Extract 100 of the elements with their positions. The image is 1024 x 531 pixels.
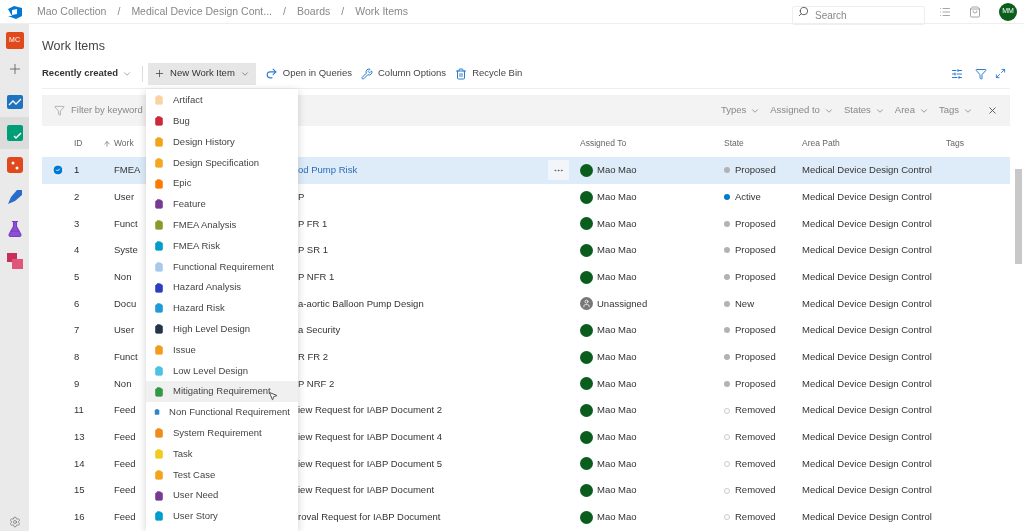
state-label: Removed [735, 430, 776, 445]
assignee-name: Mao Mao [597, 323, 637, 338]
table-cell-text: 5 [74, 269, 81, 284]
close-icon[interactable] [987, 105, 998, 116]
work-item-title[interactable]: iew Request for IABP Document 2 [298, 403, 442, 418]
work-item-title[interactable]: roval Request for IABP Document [298, 510, 441, 525]
menu-item[interactable]: Functional Requirement [146, 256, 298, 278]
sliders-icon[interactable] [951, 67, 963, 80]
menu-item[interactable]: Feature [146, 194, 298, 215]
flask-icon [5, 220, 24, 238]
state-label: Proposed [735, 243, 776, 258]
bag-icon[interactable] [969, 5, 981, 18]
new-work-item-button[interactable]: New Work Item [148, 62, 256, 85]
menu-item[interactable]: FMEA Risk [146, 235, 298, 257]
table-cell-text: Medical Device Design Control [802, 510, 933, 525]
wrench-icon [361, 67, 373, 80]
table-cell-text: Medical Device Design Control [802, 163, 933, 178]
work-item-title[interactable]: a-aortic Balloon Pump Design [298, 296, 424, 311]
state-label: Proposed [735, 216, 776, 231]
work-item-title[interactable]: P NRF 2 [298, 376, 335, 391]
table-cell-text: Medical Device Design Control [802, 430, 933, 445]
expand-icon[interactable] [995, 68, 1006, 79]
assignee-name: Mao Mao [597, 483, 637, 498]
menu-item[interactable]: Low Level Design [146, 360, 298, 382]
menu-item[interactable]: High Level Design [146, 318, 298, 340]
check-icon[interactable] [52, 164, 64, 177]
work-item-title[interactable]: P SR 1 [298, 243, 328, 258]
logo-icon[interactable] [6, 4, 23, 19]
work-item-title[interactable]: P [298, 189, 305, 205]
view-dropdown[interactable]: Recently created [42, 66, 143, 81]
table-cell-text: Medical Device Design Control [802, 350, 933, 365]
table-cell-text: Medical Device Design Control [802, 483, 933, 498]
breadcrumb-link[interactable]: Work Items [355, 3, 409, 20]
table-cell-text: 13 [74, 430, 86, 445]
scrollbar[interactable] [1015, 169, 1022, 264]
nav-item[interactable] [0, 117, 29, 149]
work-item-title[interactable]: R FR 2 [298, 350, 329, 365]
column-header[interactable]: Assigned To [580, 137, 724, 150]
menu-item[interactable]: System Requirement [146, 422, 298, 444]
table-cell-text: Medical Device Design Control [802, 296, 933, 311]
menu-item[interactable]: User Need [146, 485, 298, 506]
menu-item[interactable]: Mitigating Requirement [146, 381, 298, 402]
table-cell-text: Medical Device Design Control [802, 216, 933, 231]
table-cell-text: Medical Device Design Control [802, 456, 933, 471]
breadcrumb-link[interactable]: Mao Collection [37, 3, 107, 20]
breadcrumb-link[interactable]: Medical Device Design Cont... [131, 3, 273, 20]
work-item-title[interactable]: iew Request for IABP Document [298, 483, 435, 498]
state-label: Active [735, 189, 761, 204]
table-cell-text: Non [114, 376, 133, 391]
menu-item[interactable]: Design History [146, 131, 298, 153]
toolbar-button[interactable]: Column Options [361, 66, 447, 81]
table-cell-text: 2 [74, 189, 81, 204]
menu-item[interactable]: Design Specification [146, 152, 298, 174]
search-icon [798, 6, 809, 17]
table-cell-text: 4 [74, 243, 81, 258]
menu-item[interactable]: User Story [146, 505, 298, 527]
table-cell-text: Feed [114, 430, 137, 445]
filter-icon[interactable] [975, 67, 987, 80]
work-item-title[interactable]: P NFR 1 [298, 269, 335, 285]
table-cell-text: 16 [74, 510, 86, 525]
table-cell-text: Feed [114, 483, 137, 498]
table-cell-text: 3 [74, 216, 81, 231]
column-header[interactable]: State [724, 137, 802, 150]
menu-item[interactable]: Non Functional Requirement [146, 401, 298, 423]
menu-item[interactable]: Issue [146, 339, 298, 361]
work-item-title[interactable]: a Security [298, 323, 341, 338]
assignee-name: Mao Mao [597, 430, 637, 445]
toolbar-button[interactable]: Recycle Bin [455, 66, 523, 81]
menu-item[interactable]: Epic [146, 173, 298, 194]
work-item-title[interactable]: P FR 1 [298, 216, 328, 231]
column-header[interactable]: Work [114, 137, 146, 150]
work-item-title[interactable]: od Pump Risk [298, 163, 358, 178]
toolbar-button[interactable]: Open in Queries [264, 66, 352, 81]
table-cell-text: 15 [74, 483, 86, 498]
menu-item[interactable]: Task [146, 443, 298, 465]
work-item-title[interactable]: iew Request for IABP Document 5 [298, 456, 442, 472]
column-header[interactable]: ID [74, 137, 83, 150]
assignee-name: Mao Mao [597, 350, 637, 365]
table-cell-text: User [114, 189, 136, 204]
board-icon [5, 124, 24, 142]
assignee-name: Mao Mao [597, 163, 637, 178]
table-cell-text: Docu [114, 296, 138, 311]
menu-item[interactable]: Hazard Risk [146, 297, 298, 319]
column-header[interactable]: Area Path [802, 137, 946, 150]
list-icon[interactable] [939, 5, 951, 18]
breadcrumb-link[interactable]: Boards [296, 3, 331, 20]
menu-item[interactable]: FMEA Analysis [146, 214, 298, 236]
table-cell-text: Funct [114, 350, 139, 365]
menu-item[interactable]: Test Case [146, 464, 298, 486]
state-label: Proposed [735, 376, 776, 391]
assignee-name: Mao Mao [597, 376, 637, 391]
settings-icon[interactable] [8, 516, 21, 528]
table-cell-text: Medical Device Design Control [802, 323, 933, 338]
column-header[interactable]: Tags [946, 137, 964, 150]
menu-item[interactable]: Hazard Analysis [146, 277, 298, 298]
search-field[interactable]: Search [792, 6, 925, 25]
assignee-name: Mao Mao [597, 269, 637, 284]
breadcrumb-separator: / [117, 3, 121, 19]
table-cell-text: 9 [74, 376, 81, 391]
work-item-title[interactable]: iew Request for IABP Document 4 [298, 430, 442, 445]
